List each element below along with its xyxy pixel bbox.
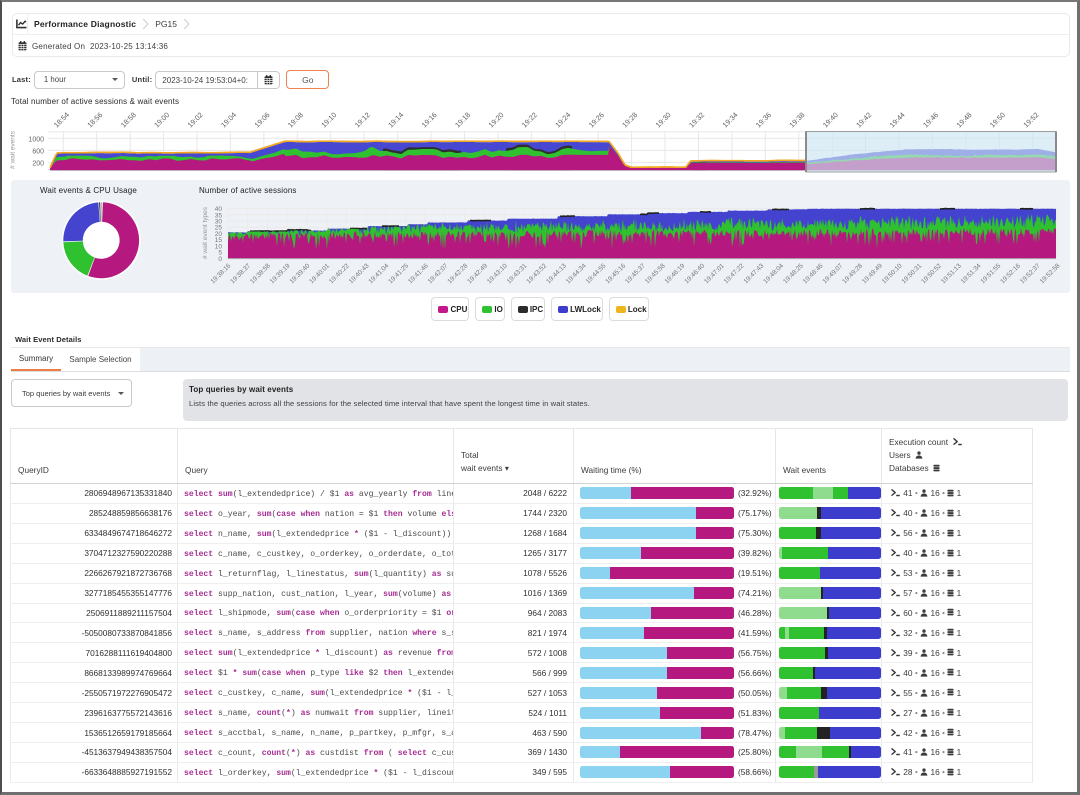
svg-text:25: 25 bbox=[215, 225, 223, 232]
svg-text:19:38:16: 19:38:16 bbox=[210, 262, 233, 285]
svg-text:19:47:22: 19:47:22 bbox=[723, 262, 746, 285]
svg-text:19:50:31: 19:50:31 bbox=[900, 262, 923, 285]
svg-text:19:39:40: 19:39:40 bbox=[289, 262, 312, 285]
svg-text:19:44:55: 19:44:55 bbox=[585, 262, 608, 285]
svg-text:10: 10 bbox=[215, 243, 223, 250]
svg-text:19:43:10: 19:43:10 bbox=[486, 262, 509, 285]
svg-text:19:47:01: 19:47:01 bbox=[703, 262, 726, 285]
svg-text:19:40:22: 19:40:22 bbox=[328, 262, 351, 285]
svg-text:19:41:46: 19:41:46 bbox=[407, 262, 430, 285]
svg-text:19:50:52: 19:50:52 bbox=[920, 262, 943, 285]
svg-text:19:46:19: 19:46:19 bbox=[664, 262, 687, 285]
svg-text:19:44:34: 19:44:34 bbox=[565, 262, 588, 285]
svg-text:30: 30 bbox=[215, 219, 223, 226]
svg-text:19:41:04: 19:41:04 bbox=[367, 262, 390, 285]
svg-text:19:38:58: 19:38:58 bbox=[249, 262, 272, 285]
svg-text:15: 15 bbox=[215, 237, 223, 244]
svg-text:19:51:13: 19:51:13 bbox=[940, 262, 963, 285]
svg-text:19:51:55: 19:51:55 bbox=[979, 262, 1002, 285]
svg-text:19:51:34: 19:51:34 bbox=[960, 262, 983, 285]
svg-text:19:48:25: 19:48:25 bbox=[782, 262, 805, 285]
svg-text:19:45:37: 19:45:37 bbox=[624, 262, 647, 285]
svg-text:19:42:07: 19:42:07 bbox=[427, 262, 450, 285]
svg-text:19:52:16: 19:52:16 bbox=[999, 262, 1022, 285]
svg-text:19:45:16: 19:45:16 bbox=[604, 262, 627, 285]
svg-text:19:52:37: 19:52:37 bbox=[1019, 262, 1042, 285]
svg-text:# wait event types: # wait event types bbox=[202, 206, 209, 259]
svg-text:19:42:49: 19:42:49 bbox=[466, 262, 489, 285]
svg-text:19:48:46: 19:48:46 bbox=[802, 262, 825, 285]
svg-text:19:46:40: 19:46:40 bbox=[683, 262, 706, 285]
svg-text:19:40:01: 19:40:01 bbox=[308, 262, 331, 285]
svg-text:19:43:31: 19:43:31 bbox=[506, 262, 529, 285]
svg-text:0: 0 bbox=[218, 256, 222, 263]
svg-text:20: 20 bbox=[215, 231, 223, 238]
svg-text:19:49:49: 19:49:49 bbox=[861, 262, 884, 285]
svg-text:19:42:28: 19:42:28 bbox=[446, 262, 469, 285]
svg-text:19:48:04: 19:48:04 bbox=[762, 262, 785, 285]
svg-text:19:41:25: 19:41:25 bbox=[387, 262, 410, 285]
svg-text:19:50:10: 19:50:10 bbox=[881, 262, 904, 285]
svg-text:19:38:37: 19:38:37 bbox=[229, 262, 252, 285]
svg-text:19:49:07: 19:49:07 bbox=[821, 262, 844, 285]
svg-text:19:43:52: 19:43:52 bbox=[525, 262, 548, 285]
svg-text:35: 35 bbox=[215, 212, 223, 219]
svg-text:19:39:19: 19:39:19 bbox=[269, 262, 292, 285]
svg-text:19:44:13: 19:44:13 bbox=[545, 262, 568, 285]
svg-text:19:40:43: 19:40:43 bbox=[348, 262, 371, 285]
svg-text:40: 40 bbox=[215, 206, 223, 213]
svg-text:5: 5 bbox=[218, 250, 222, 257]
svg-text:19:49:28: 19:49:28 bbox=[841, 262, 864, 285]
svg-text:19:47:43: 19:47:43 bbox=[743, 262, 766, 285]
svg-text:19:45:58: 19:45:58 bbox=[644, 262, 667, 285]
svg-text:19:52:58: 19:52:58 bbox=[1039, 262, 1062, 285]
